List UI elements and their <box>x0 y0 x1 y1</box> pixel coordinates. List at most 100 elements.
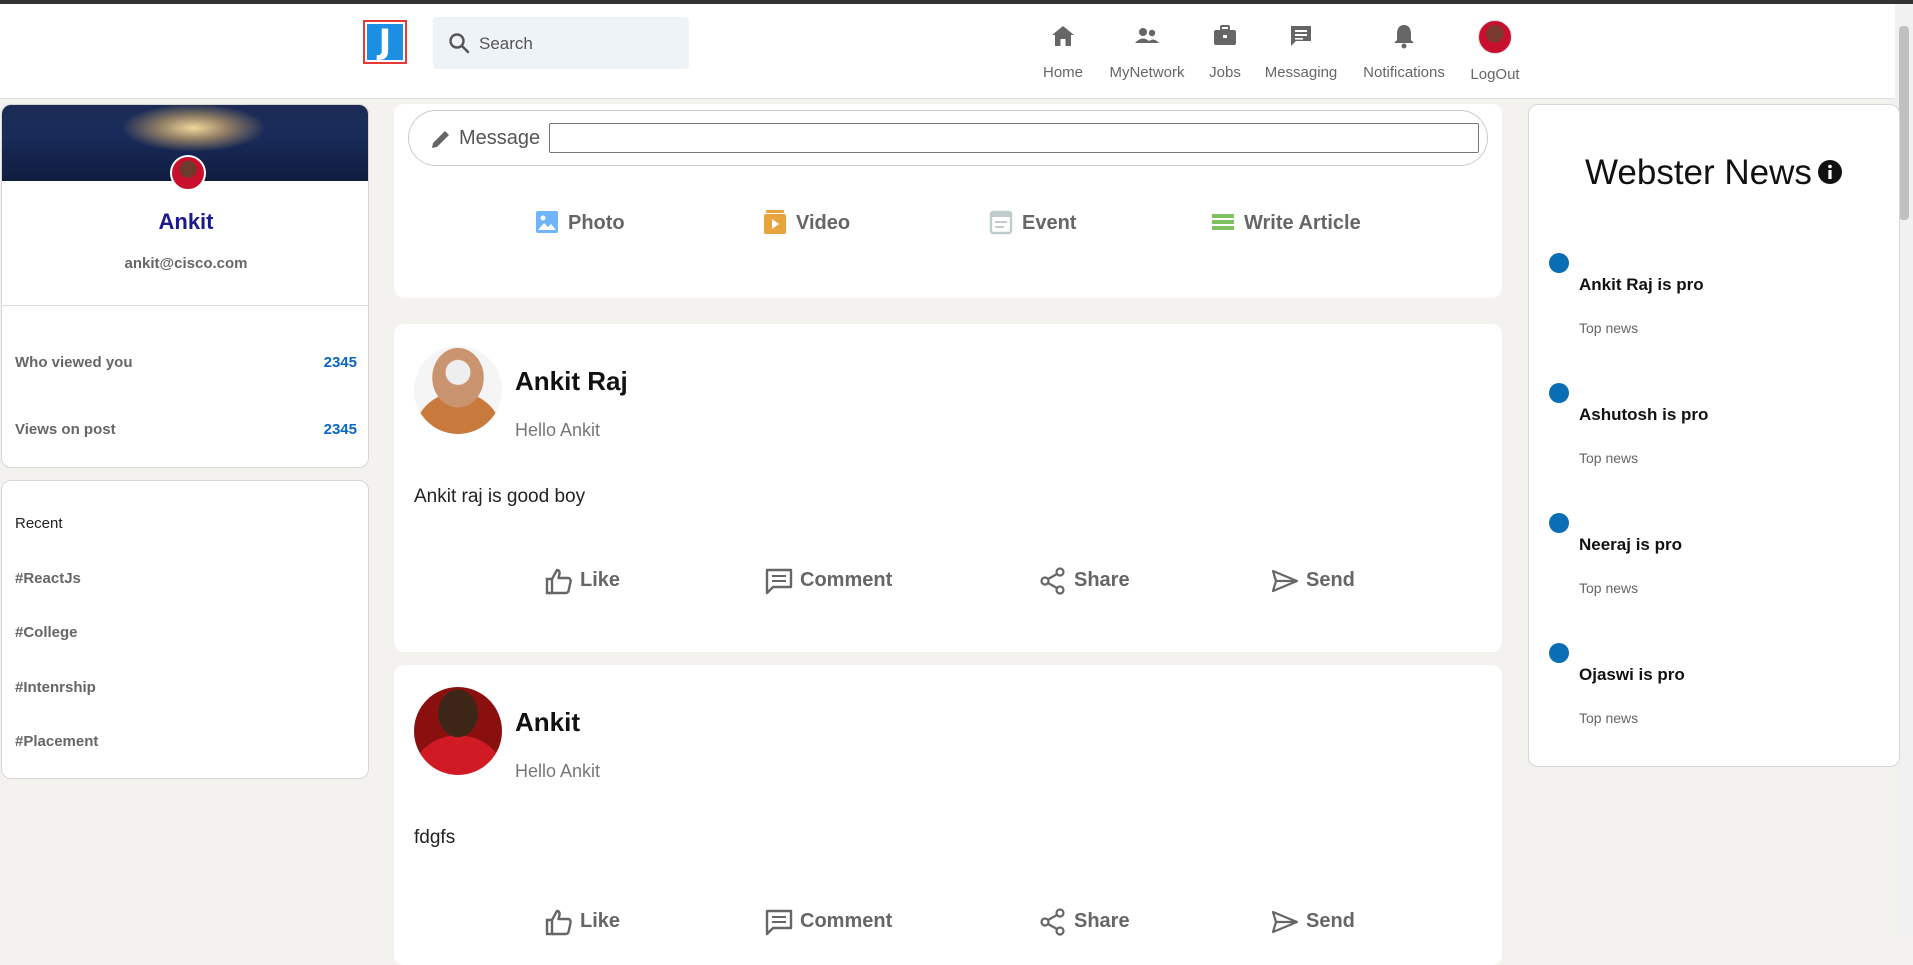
share-button[interactable]: Share <box>1038 907 1148 937</box>
post-author-avatar[interactable] <box>414 346 502 434</box>
nav-jobs[interactable]: Jobs <box>1200 16 1250 92</box>
nav-notifications-label: Notifications <box>1363 64 1445 81</box>
profile-name: Ankit <box>158 209 214 234</box>
video-label: Video <box>796 212 851 234</box>
post-text: Ankit raj is good boy <box>414 486 586 507</box>
briefcase-icon <box>1214 25 1236 45</box>
news-subtitle: Top news <box>1579 320 1639 336</box>
comment-icon <box>765 568 793 595</box>
top-navbar: J Home MyNetwork <box>0 4 1895 99</box>
stat-label: Who viewed you <box>15 354 133 371</box>
article-icon <box>1212 214 1234 230</box>
profile-avatar[interactable] <box>170 155 206 191</box>
news-headline[interactable]: Neeraj is pro <box>1579 535 1682 555</box>
share-icon <box>1040 567 1065 595</box>
send-label: Send <box>1306 569 1355 591</box>
nav-messaging-label: Messaging <box>1264 64 1338 81</box>
photo-icon <box>536 211 558 233</box>
like-label: Like <box>580 569 621 591</box>
recent-tag[interactable]: #College <box>15 624 78 641</box>
comment-button[interactable]: Comment <box>764 907 904 937</box>
news-headline[interactable]: Ojaswi is pro <box>1579 665 1685 685</box>
like-button[interactable]: Like <box>544 907 634 937</box>
like-label: Like <box>580 910 621 932</box>
recent-title: Recent <box>15 515 63 532</box>
comment-label: Comment <box>800 569 893 591</box>
news-bullet <box>1549 253 1569 273</box>
nav-logout-label: LogOut <box>1470 66 1520 83</box>
nav-logout[interactable]: LogOut <box>1464 16 1526 92</box>
news-title: Webster News <box>1585 153 1812 192</box>
news-subtitle: Top news <box>1579 580 1639 596</box>
news-bullet <box>1549 513 1569 533</box>
share-button[interactable]: Share <box>1038 566 1148 596</box>
news-bullet <box>1549 383 1569 403</box>
stat-views-on-post[interactable]: Views on post 2345 <box>15 421 357 438</box>
nav-jobs-label: Jobs <box>1209 64 1241 81</box>
video-button[interactable]: Video <box>762 208 858 238</box>
share-label: Share <box>1074 569 1130 591</box>
event-button[interactable]: Event <box>988 208 1084 238</box>
photo-button[interactable]: Photo <box>534 208 630 238</box>
comment-icon <box>765 909 793 936</box>
message-label: Message <box>459 127 541 149</box>
news-subtitle: Top news <box>1579 450 1639 466</box>
stat-label: Views on post <box>15 421 116 438</box>
send-icon <box>1271 569 1299 593</box>
thumbs-up-icon <box>545 568 572 595</box>
feed-post: Ankit Hello Ankit fdgfs Like Comment Sha… <box>394 665 1502 965</box>
nav-mynetwork[interactable]: MyNetwork <box>1104 16 1190 92</box>
nav-messaging[interactable]: Messaging <box>1260 16 1342 92</box>
people-icon <box>1135 28 1159 43</box>
profile-divider <box>2 305 368 306</box>
thumbs-up-icon <box>545 909 572 936</box>
send-label: Send <box>1306 910 1355 932</box>
post-author-name[interactable]: Ankit <box>515 707 580 738</box>
photo-label: Photo <box>568 212 625 234</box>
pencil-icon <box>432 131 449 148</box>
stat-who-viewed[interactable]: Who viewed you 2345 <box>15 354 357 371</box>
nav-home-label: Home <box>1042 64 1083 81</box>
profile-email: ankit@cisco.com <box>124 255 248 272</box>
send-icon <box>1271 910 1299 934</box>
news-headline[interactable]: Ankit Raj is pro <box>1579 275 1704 295</box>
share-icon <box>1040 908 1065 936</box>
share-label: Share <box>1074 910 1130 932</box>
bell-icon <box>1394 25 1414 49</box>
home-icon <box>1052 26 1074 46</box>
news-subtitle: Top news <box>1579 710 1639 726</box>
nav-mynetwork-label: MyNetwork <box>1109 64 1185 81</box>
event-label: Event <box>1022 212 1077 234</box>
write-article-button[interactable]: Write Article <box>1210 208 1370 238</box>
recent-card: Recent #ReactJs #College #Intenrship #Pl… <box>1 480 369 779</box>
profile-card: Ankit ankit@cisco.com Who viewed you 234… <box>1 104 369 468</box>
scrollbar-thumb[interactable] <box>1899 26 1909 220</box>
nav-home[interactable]: Home <box>1032 16 1094 92</box>
recent-tag[interactable]: #ReactJs <box>15 570 81 587</box>
post-author-avatar[interactable] <box>414 687 502 775</box>
calendar-icon <box>989 210 1013 235</box>
post-author-name[interactable]: Ankit Raj <box>515 366 628 397</box>
recent-tag[interactable]: #Placement <box>15 733 98 750</box>
nav-notifications[interactable]: Notifications <box>1356 16 1452 92</box>
send-button[interactable]: Send <box>1270 566 1370 596</box>
message-input[interactable] <box>549 123 1479 153</box>
feed-post: Ankit Raj Hello Ankit Ankit raj is good … <box>394 324 1502 652</box>
main-nav: Home MyNetwork Jobs Messaging Notificati… <box>0 16 1913 94</box>
message-box: Message <box>408 110 1488 166</box>
post-composer: Message Photo Video Event Write Article <box>394 104 1502 298</box>
news-bullet <box>1549 643 1569 663</box>
comment-button[interactable]: Comment <box>764 566 904 596</box>
stat-value: 2345 <box>323 421 357 438</box>
send-button[interactable]: Send <box>1270 907 1370 937</box>
chat-icon <box>1291 26 1311 46</box>
news-headline[interactable]: Ashutosh is pro <box>1579 405 1708 425</box>
news-card: Webster News Ankit Raj is pro Top news A… <box>1528 104 1900 767</box>
write-article-label: Write Article <box>1244 212 1361 234</box>
stat-value: 2345 <box>323 354 357 371</box>
like-button[interactable]: Like <box>544 566 634 596</box>
info-icon[interactable] <box>1817 159 1843 185</box>
recent-tag[interactable]: #Intenrship <box>15 679 96 696</box>
post-text: fdgfs <box>414 827 456 848</box>
post-author-subtitle: Hello Ankit <box>515 761 601 781</box>
